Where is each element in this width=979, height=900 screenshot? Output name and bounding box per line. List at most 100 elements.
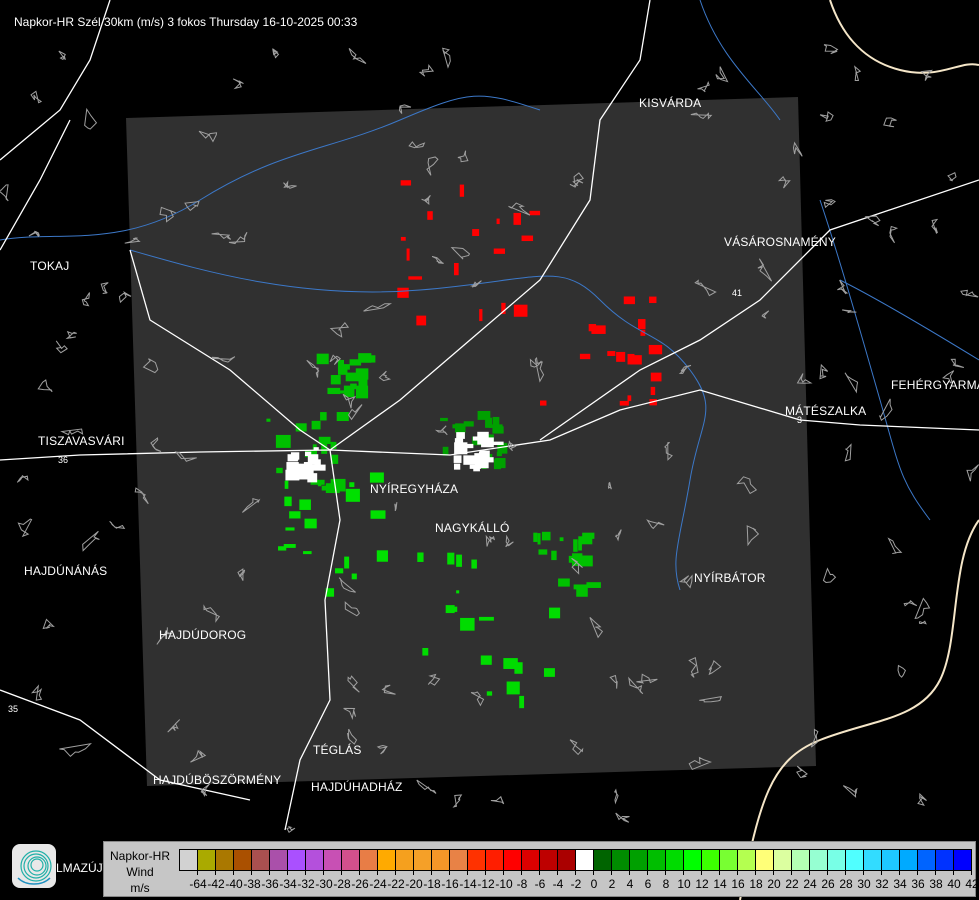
legend-tick (359, 870, 360, 875)
settlement-outline (853, 65, 862, 82)
settlement-outline (914, 597, 931, 620)
legend-label: -28 (333, 877, 351, 891)
swirl-logo-icon (12, 844, 56, 888)
settlement-outline (59, 743, 92, 758)
settlement-outline (31, 684, 43, 701)
settlement-outline (715, 66, 729, 83)
settlement-outline (697, 81, 710, 93)
road-number-35: 35 (8, 704, 18, 714)
wind-echo (623, 296, 635, 305)
wind-echo (503, 658, 518, 669)
wind-echo (538, 549, 548, 555)
legend-swatch: -16 (432, 850, 459, 891)
legend-label: 24 (803, 877, 817, 891)
wind-echo (317, 356, 323, 360)
wind-echo (648, 344, 663, 355)
legend-swatch: -20 (396, 850, 423, 891)
wind-echo (453, 455, 462, 463)
legend-swatch: 18 (738, 850, 763, 891)
wind-echo (529, 210, 541, 216)
legend-swatch: -38 (234, 850, 261, 891)
town-label: HAJDÚBÖSZÖRMÉNY (153, 773, 282, 787)
legend-label: 2 (608, 877, 616, 891)
wind-echo (358, 385, 364, 395)
legend-tick (557, 870, 558, 875)
legend-swatch: 2 (594, 850, 615, 891)
legend-swatch: -34 (270, 850, 297, 891)
wind-echo (493, 459, 501, 470)
settlement-outline (30, 90, 43, 104)
wind-echo (297, 463, 301, 470)
legend-label: 42 (965, 877, 979, 891)
wind-echo (358, 353, 372, 363)
map-title: Napkor-HR Szél 30km (m/s) 3 fokos Thursd… (14, 15, 358, 29)
legend-swatch: 26 (810, 850, 835, 891)
legend-label: 4 (626, 877, 634, 891)
legend-tick (899, 870, 900, 875)
legend-tick (251, 870, 252, 875)
legend-swatch: 34 (882, 850, 907, 891)
wind-echo (483, 457, 494, 463)
legend-swatch: 8 (648, 850, 669, 891)
settlement-outline (348, 48, 367, 64)
wind-echo (335, 568, 344, 574)
settlement-outline (58, 50, 66, 61)
legend-swatch: -28 (324, 850, 351, 891)
wind-echo (349, 482, 355, 488)
legend-tick (503, 870, 504, 875)
legend-label: -24 (369, 877, 387, 891)
wind-echo (317, 481, 322, 487)
wind-echo (422, 647, 429, 656)
wind-echo (638, 319, 646, 330)
settlement-outline (819, 363, 829, 380)
legend-label: 20 (767, 877, 781, 891)
town-label: TÉGLÁS (313, 743, 362, 757)
legend-label: 38 (929, 877, 943, 891)
settlement-outline (441, 47, 451, 69)
wind-echo (276, 467, 283, 474)
legend-title: Napkor-HR Wind m/s (106, 848, 174, 896)
wind-echo (330, 375, 341, 385)
legend-label: 0 (590, 877, 598, 891)
wind-echo (350, 383, 357, 390)
legend-label: 32 (875, 877, 889, 891)
settlement-outline (55, 340, 68, 354)
wind-echo (506, 681, 520, 695)
legend-label: 36 (911, 877, 925, 891)
legend-swatch: -26 (342, 850, 369, 891)
settlement-outline (878, 398, 893, 422)
wind-echo (455, 423, 466, 433)
wind-echo (588, 324, 597, 332)
wind-echo (488, 424, 503, 428)
legend-tick (683, 870, 684, 875)
legend-tick (287, 870, 288, 875)
wind-echo (479, 309, 483, 322)
wind-echo (275, 434, 291, 448)
wind-echo (376, 550, 388, 562)
wind-echo (496, 218, 500, 225)
legend-tick (467, 870, 468, 875)
settlement-outline (844, 443, 852, 462)
legend-swatch: -40 (216, 850, 243, 891)
town-label: TISZAVASVÁRI (38, 434, 125, 448)
legend-swatch: 40 (936, 850, 961, 891)
legend-tick (701, 870, 702, 875)
wind-echo (370, 510, 386, 519)
legend-swatch: -36 (252, 850, 279, 891)
legend-tick (233, 870, 234, 875)
settlement-outline (28, 230, 40, 238)
wind-echo (549, 607, 561, 619)
settlement-outline (823, 44, 839, 55)
wind-echo (336, 412, 349, 422)
wind-echo (447, 552, 455, 565)
legend-label: -26 (351, 877, 369, 891)
legend-tick (755, 870, 756, 875)
legend-line-1: Napkor-HR (109, 849, 170, 863)
town-label: HAJDÚDOROG (159, 628, 247, 642)
wind-echo (543, 668, 555, 677)
settlement-outline (118, 291, 132, 304)
settlement-outline (842, 785, 859, 798)
wind-echo (533, 532, 538, 542)
town-label: NYÍREGYHÁZA (370, 482, 459, 496)
wind-echo (478, 616, 494, 621)
